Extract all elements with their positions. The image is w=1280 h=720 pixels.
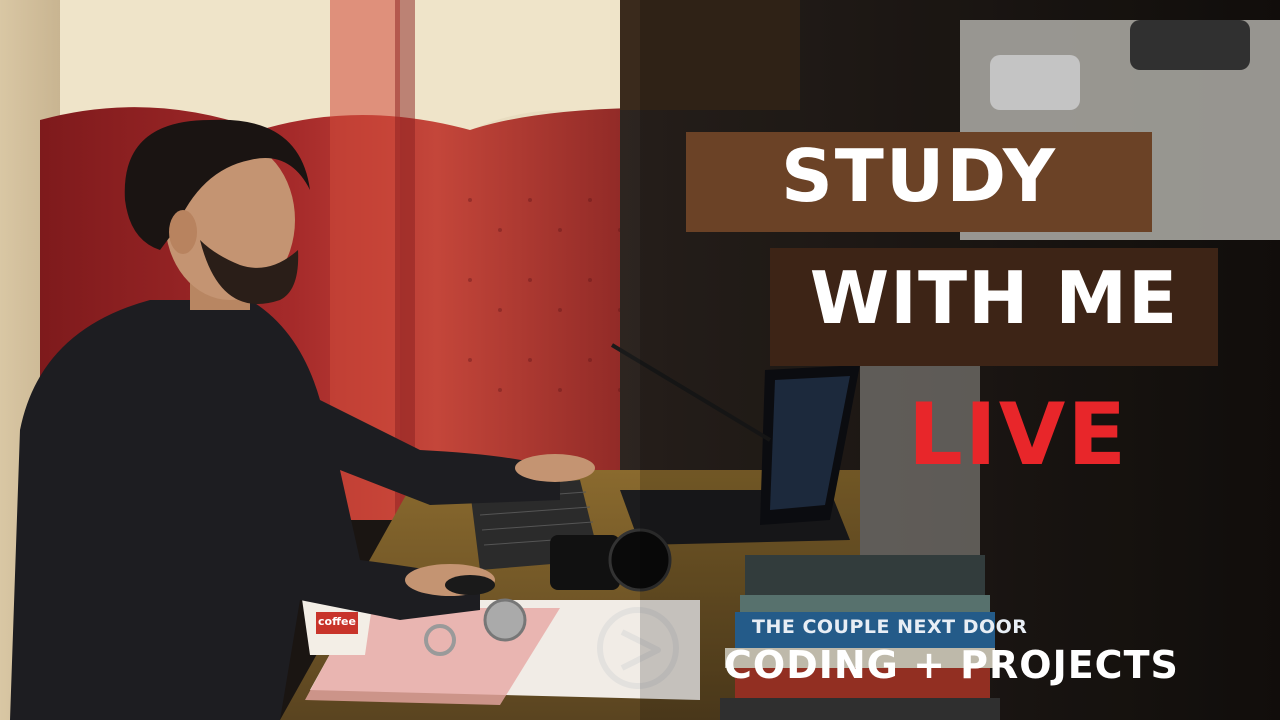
title-with-me: WITH ME (809, 256, 1179, 340)
subtitle-coding-projects: CODING + PROJECTS (724, 643, 1179, 687)
mouse (445, 575, 495, 595)
live-label: LIVE (908, 385, 1129, 485)
cup-brand: coffee (318, 615, 356, 628)
book-spine-title: THE COUPLE NEXT DOOR (752, 616, 1028, 638)
title-study: STUDY (780, 134, 1058, 218)
right-hand (515, 454, 595, 482)
thumbnail: STUDY WITH ME LIVE CODING + PROJECTS THE… (0, 0, 1280, 720)
